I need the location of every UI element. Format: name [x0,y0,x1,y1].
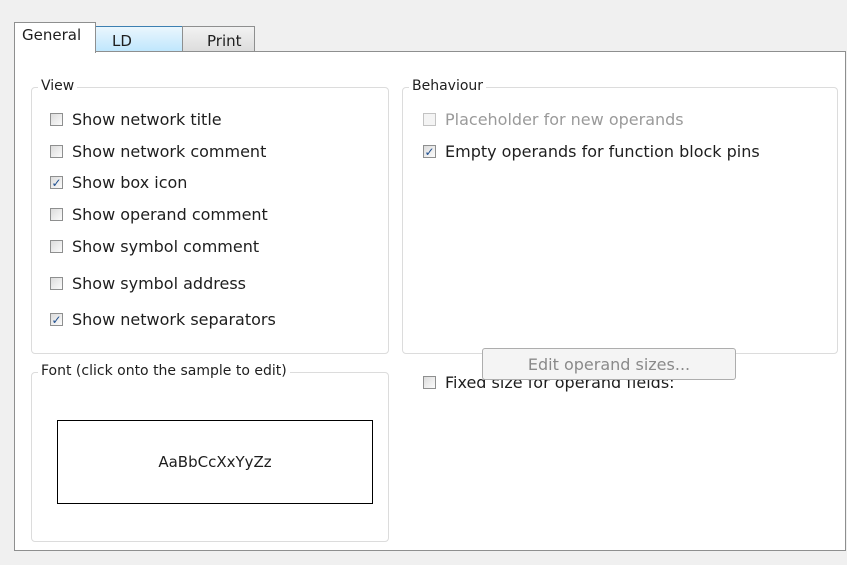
checkbox-box[interactable] [50,113,63,126]
tab-ld[interactable]: LD [95,26,183,52]
tab-general-label: General [22,26,82,44]
edit-operand-sizes-label: Edit operand sizes... [527,354,691,374]
checkbox-box[interactable]: ✓ [423,145,436,158]
font-group: Font (click onto the sample to edit) AaB… [31,363,389,542]
checkbox-box[interactable] [50,208,63,221]
show-operand-comment-checkbox[interactable]: Show operand comment [50,205,268,224]
show-network-separators-checkbox[interactable]: ✓ Show network separators [50,310,276,329]
checkbox-label: Show network separators [72,310,276,329]
checkbox-box[interactable]: ✓ [50,313,63,326]
checkbox-label: Empty operands for function block pins [445,142,760,161]
checkbox-box[interactable] [50,145,63,158]
checkbox-label: Placeholder for new operands [445,110,684,129]
checkbox-label: Show network title [72,110,222,129]
show-network-title-checkbox[interactable]: Show network title [50,110,222,129]
empty-operands-function-block-pins-checkbox[interactable]: ✓ Empty operands for function block pins [423,142,760,161]
checkbox-label: Show box icon [72,173,188,192]
tab-panel-general: View Show network title Show network com… [14,51,846,551]
edit-operand-sizes-button[interactable]: Edit operand sizes... [482,348,736,380]
checkbox-box[interactable] [423,376,436,389]
tab-print-label: Print [207,32,242,50]
checkmark-icon: ✓ [51,312,62,327]
font-group-title: Font (click onto the sample to edit) [38,363,290,379]
checkbox-label: Show network comment [72,142,267,161]
checkmark-icon: ✓ [424,144,435,159]
show-symbol-comment-checkbox[interactable]: Show symbol comment [50,237,259,256]
checkbox-box[interactable] [423,113,436,126]
checkmark-icon: ✓ [51,175,62,190]
checkbox-label: Show symbol comment [72,237,260,256]
checkbox-box[interactable] [50,277,63,290]
font-sample[interactable]: AaBbCcXxYyZz [57,420,373,504]
tab-general[interactable]: General [14,22,96,53]
view-group-title: View [38,78,78,94]
checkbox-box[interactable] [50,240,63,253]
tab-print[interactable]: Print [182,26,255,52]
behaviour-group-title: Behaviour [409,78,487,94]
show-network-comment-checkbox[interactable]: Show network comment [50,142,266,161]
checkbox-box[interactable]: ✓ [50,176,63,189]
font-sample-text: AaBbCcXxYyZz [158,453,272,471]
show-symbol-address-checkbox[interactable]: Show symbol address [50,274,246,293]
tab-ld-label: LD [112,32,132,50]
placeholder-new-operands-checkbox[interactable]: Placeholder for new operands [423,110,684,129]
checkbox-label: Show symbol address [72,274,246,293]
checkbox-label: Show operand comment [72,205,268,224]
show-box-icon-checkbox[interactable]: ✓ Show box icon [50,173,187,192]
